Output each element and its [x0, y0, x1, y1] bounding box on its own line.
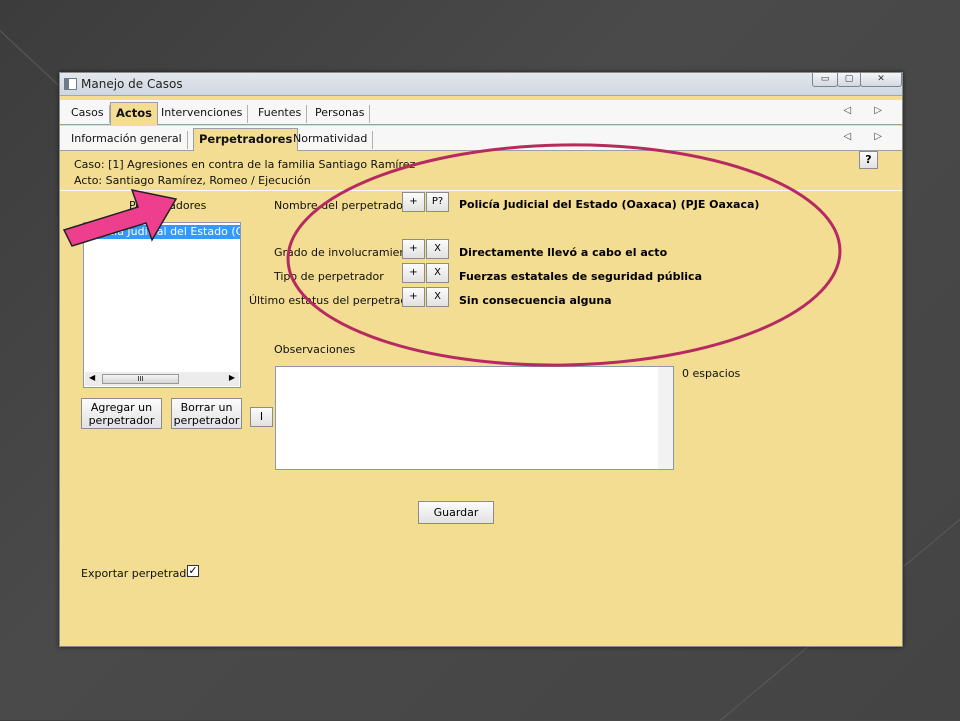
perpetradores-list[interactable]: Policía Judicial del Estado (Oaxaca) (PJ…	[83, 222, 241, 388]
horizontal-scrollbar[interactable]: ◀ III ▶	[85, 372, 239, 386]
app-icon	[64, 78, 77, 90]
help-button[interactable]: ?	[859, 151, 878, 169]
app-window: Manejo de Casos ▭ ▢ ✕ Casos Actos Interv…	[59, 72, 903, 647]
nombre-value: Policía Judicial del Estado (Oaxaca) (PJ…	[459, 198, 760, 211]
observaciones-textarea[interactable]	[275, 366, 674, 470]
scroll-right-icon[interactable]: ▶	[229, 373, 235, 382]
tipo-clear-button[interactable]: X	[426, 263, 449, 283]
nombre-label: Nombre del perpetrador	[274, 199, 408, 212]
list-item[interactable]: Policía Judicial del Estado (Oaxaca) (PJ…	[86, 225, 240, 239]
maximize-icon[interactable]: ▢	[837, 73, 861, 87]
minimize-icon[interactable]: ▭	[812, 73, 838, 87]
tab-scroll-arrows[interactable]: ◁ ▷	[843, 131, 892, 142]
estatus-add-button[interactable]: +	[402, 287, 425, 307]
window-title: Manejo de Casos	[81, 77, 183, 91]
tipo-label: Tipo de perpetrador	[274, 270, 384, 283]
separator	[60, 190, 902, 191]
perpetradores-list-label: Perpetradores	[129, 199, 207, 212]
delete-perpetrator-button[interactable]: Borrar un perpetrador	[171, 398, 242, 429]
scroll-left-icon[interactable]: ◀	[89, 373, 95, 382]
observaciones-label: Observaciones	[274, 343, 356, 356]
caso-info: Caso: [1] Agresiones en contra de la fam…	[74, 158, 416, 171]
tipo-add-button[interactable]: +	[402, 263, 425, 283]
scrollbar-thumb[interactable]: III	[102, 374, 179, 384]
vertical-scrollbar[interactable]	[658, 367, 673, 469]
tipo-value: Fuerzas estatales de seguridad pública	[459, 270, 702, 283]
estatus-value: Sin consecuencia alguna	[459, 294, 612, 307]
tab-informacion-general[interactable]: Información general	[66, 131, 188, 149]
estatus-label: Último estatus del perpetrador	[249, 294, 419, 307]
save-button[interactable]: Guardar	[418, 501, 494, 524]
primary-tab-bar: Casos Actos Intervenciones Fuentes Perso…	[60, 100, 902, 125]
export-checkbox[interactable]: ✓	[187, 565, 199, 577]
grado-label: Grado de involucramiento	[274, 246, 418, 259]
add-perpetrator-button[interactable]: Agregar un perpetrador	[81, 398, 162, 429]
title-bar: Manejo de Casos ▭ ▢ ✕	[60, 73, 902, 96]
tab-casos[interactable]: Casos	[66, 105, 110, 123]
tab-intervenciones[interactable]: Intervenciones	[156, 105, 249, 123]
observaciones-counter: 0 espacios	[682, 367, 741, 380]
tab-actos[interactable]: Actos	[110, 102, 158, 125]
export-label: Exportar perpetrador	[81, 567, 198, 580]
nombre-add-button[interactable]: +	[402, 192, 425, 212]
tab-personas[interactable]: Personas	[310, 105, 371, 123]
grado-add-button[interactable]: +	[402, 239, 425, 259]
estatus-clear-button[interactable]: X	[426, 287, 449, 307]
grado-value: Directamente llevó a cabo el acto	[459, 246, 668, 259]
close-icon[interactable]: ✕	[860, 73, 902, 87]
secondary-tab-bar: Información general Perpetradores Normat…	[60, 126, 902, 151]
tab-normatividad[interactable]: Normatividad	[288, 131, 374, 149]
nombre-p-button[interactable]: P?	[426, 192, 449, 212]
grado-clear-button[interactable]: X	[426, 239, 449, 259]
tab-scroll-arrows[interactable]: ◁ ▷	[843, 105, 892, 116]
tab-fuentes[interactable]: Fuentes	[253, 105, 308, 123]
i-button[interactable]: I	[250, 407, 273, 427]
acto-info: Acto: Santiago Ramírez, Romeo / Ejecució…	[74, 174, 311, 187]
tab-perpetradores[interactable]: Perpetradores	[193, 128, 299, 151]
